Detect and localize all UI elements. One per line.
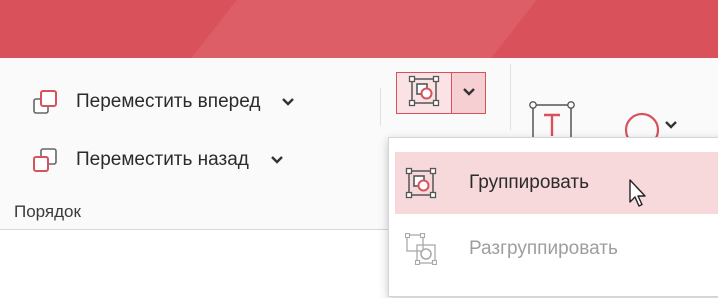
bring-forward-label: Переместить вперед: [76, 91, 261, 112]
menu-item-ungroup[interactable]: Разгруппировать: [395, 218, 718, 280]
chevron-down-icon[interactable]: [280, 94, 296, 110]
title-bar-pattern: [191, 0, 537, 58]
send-backward-icon: [30, 144, 62, 176]
group-button[interactable]: [397, 73, 451, 113]
group-icon: [405, 167, 437, 199]
menu-item-group[interactable]: Группировать: [395, 152, 718, 214]
group-split-button[interactable]: [396, 72, 486, 114]
ungroup-icon: [405, 233, 437, 265]
ribbon-divider: [510, 64, 511, 130]
mouse-cursor-icon: [628, 178, 648, 213]
send-backward-label: Переместить назад: [76, 149, 249, 170]
group-dropdown-arrow[interactable]: [452, 73, 485, 113]
bring-forward-button[interactable]: Переместить вперед: [30, 84, 296, 120]
bring-forward-icon: [30, 86, 62, 118]
group-objects-icon: [408, 75, 440, 112]
send-backward-button[interactable]: Переместить назад: [30, 142, 285, 178]
chevron-down-icon[interactable]: [269, 152, 285, 168]
title-bar: [0, 0, 718, 58]
group-dropdown-menu: Группировать Разгруппировать: [388, 137, 718, 297]
menu-item-label: Разгруппировать: [469, 238, 618, 259]
chevron-down-icon: [462, 84, 476, 102]
ribbon-divider: [380, 88, 381, 126]
order-group-label: Порядок: [14, 202, 81, 221]
menu-item-label: Группировать: [469, 172, 590, 193]
